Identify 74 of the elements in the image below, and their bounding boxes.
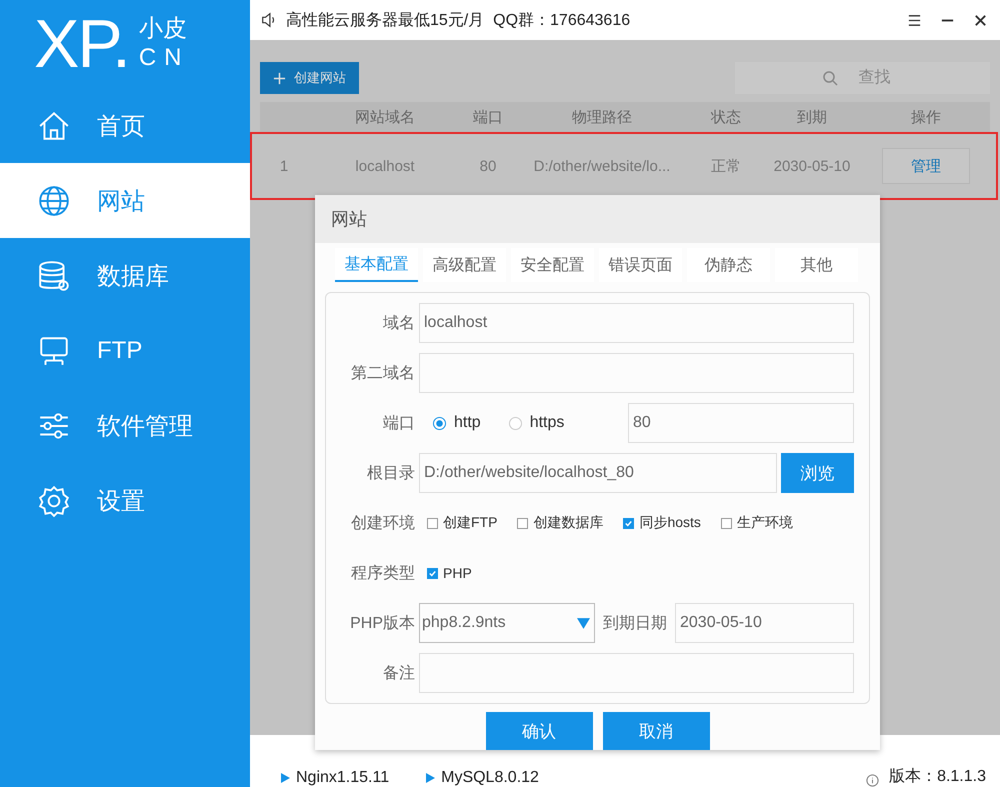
service-label: Nginx1.15.11	[296, 769, 390, 787]
version-text: 版本：8.1.1.3	[889, 766, 986, 787]
column-header: 到期	[796, 108, 828, 127]
radio-button[interactable]	[508, 416, 522, 430]
cancel-button[interactable]: 取消	[602, 712, 710, 750]
checkbox-label: 生产环境	[736, 514, 793, 532]
settings-icon	[37, 484, 71, 518]
radio-label: https	[530, 414, 564, 432]
radio-label: http	[454, 414, 481, 432]
create-website-button[interactable]: 创建网站	[260, 62, 359, 94]
sidebar-item[interactable]: FTP	[0, 313, 250, 388]
checkbox[interactable]	[623, 518, 634, 528]
domain-field[interactable]: localhost	[419, 303, 854, 343]
globe-icon	[37, 184, 71, 218]
sidebar-item[interactable]: 网站	[0, 163, 250, 238]
table-cell-text: localhost	[354, 158, 416, 174]
radio-button[interactable]	[433, 416, 446, 430]
field-label: 到期日期	[603, 614, 667, 634]
field-label: 第二域名	[350, 364, 415, 384]
confirm-button[interactable]: 确认	[486, 712, 592, 750]
checkbox[interactable]	[720, 518, 732, 528]
service-label: MySQL8.0.12	[441, 769, 539, 787]
notice-text: 高性能云服务器最低15元/月 QQ群：176643616	[286, 10, 630, 30]
search-icon	[822, 70, 838, 86]
column-header: 状态	[710, 108, 742, 127]
checkbox-label: 同步hosts	[639, 514, 701, 532]
logo-text: XP.	[34, 10, 129, 78]
port-field[interactable]: 80	[628, 403, 854, 443]
sidebar-item[interactable]: 数据库	[0, 238, 250, 313]
table-cell-text: 2030-05-10	[772, 158, 852, 174]
sidebar-item[interactable]: 软件管理	[0, 388, 250, 463]
logo-subtitle: 小皮	[138, 15, 188, 44]
database-icon	[37, 258, 71, 292]
dropdown-caret-icon	[577, 616, 590, 630]
field-label: 域名	[382, 314, 415, 334]
php-version-dropdown[interactable]: php8.2.9nts	[419, 603, 595, 643]
field-label: 创建环境	[350, 514, 415, 534]
manage-button[interactable]: 管理	[882, 148, 970, 184]
column-header: 操作	[910, 108, 942, 127]
checkbox-label: PHP	[443, 565, 472, 581]
close-icon[interactable]	[973, 12, 988, 28]
second-domain-field[interactable]	[419, 353, 854, 393]
search-field[interactable]: 查找	[735, 62, 990, 94]
table-row[interactable]: 1 localhost 80 D:/other/website/lo... 正常 2030-05-10 管理	[254, 136, 994, 196]
sidebar-item[interactable]: 首页	[0, 88, 250, 163]
checkbox[interactable]	[427, 518, 438, 528]
field-label: 备注	[382, 664, 415, 684]
menu-icon[interactable]	[907, 12, 922, 28]
dialog-title: 网站	[331, 208, 367, 231]
root-directory-field[interactable]: D:/other/website/localhost_80	[419, 453, 777, 493]
column-header: 物理路径	[571, 108, 633, 127]
logo-subtitle: CN	[138, 44, 190, 73]
checkbox[interactable]	[427, 568, 438, 578]
checkbox[interactable]	[517, 518, 528, 528]
field-label: 根目录	[366, 464, 415, 484]
play-icon	[280, 773, 290, 783]
table-cell-text: 80	[478, 158, 498, 174]
table-cell-text: 正常	[710, 156, 742, 176]
field-label: 程序类型	[350, 564, 415, 584]
checkbox-label: 创建FTP	[443, 514, 498, 532]
checkbox-label: 创建数据库	[533, 514, 604, 532]
browse-button[interactable]: 浏览	[781, 453, 854, 493]
play-icon	[425, 773, 436, 783]
field-label: 端口	[382, 414, 415, 434]
table-cell-text: 1	[278, 158, 290, 174]
plus-icon	[273, 72, 286, 84]
expiry-date-field[interactable]: 2030-05-10	[675, 603, 854, 643]
field-label: PHP版本	[349, 614, 415, 634]
sidebar-item[interactable]: 设置	[0, 463, 250, 538]
info-icon	[866, 774, 880, 787]
table-cell-text: D:/other/website/lo...	[532, 158, 672, 174]
note-field[interactable]	[419, 653, 854, 693]
column-header: 端口	[472, 108, 504, 127]
column-header: 网站域名	[354, 108, 416, 127]
